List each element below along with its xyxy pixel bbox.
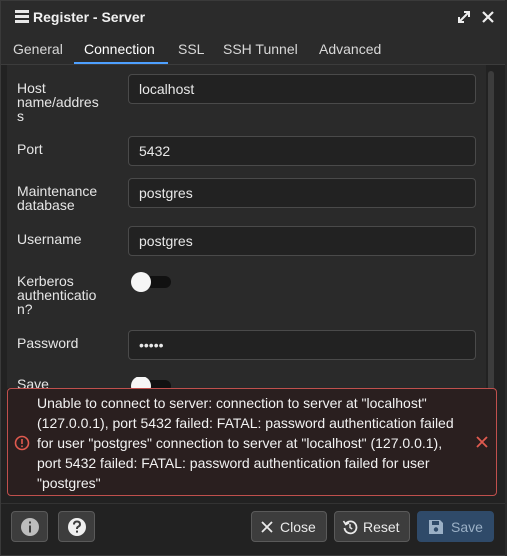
tab-ssh-tunnel[interactable]: SSH Tunnel xyxy=(223,41,298,57)
title-bar[interactable]: Register - Server xyxy=(1,1,506,34)
kerberos-label: Kerberos authenticatio n? xyxy=(17,273,97,317)
tab-advanced[interactable]: Advanced xyxy=(319,41,381,57)
tab-ssl[interactable]: SSL xyxy=(178,41,204,57)
active-tab-indicator xyxy=(74,62,168,64)
save-password-toggle[interactable] xyxy=(131,377,171,388)
close-button-label: Close xyxy=(280,519,316,535)
info-button[interactable] xyxy=(11,511,48,542)
help-icon xyxy=(68,518,86,536)
footer-divider xyxy=(1,503,506,504)
save-password-label: Save xyxy=(17,377,49,388)
host-label: Host name/addres s xyxy=(17,80,99,124)
register-server-dialog: Register - Server General Connection SSL… xyxy=(0,0,507,556)
server-icon xyxy=(15,10,29,23)
close-button[interactable]: Close xyxy=(251,511,327,542)
maintenance-db-label: Maintenance database xyxy=(17,183,98,213)
save-button[interactable]: Save xyxy=(417,511,494,542)
help-button[interactable] xyxy=(58,511,95,542)
expand-icon[interactable] xyxy=(455,8,473,26)
reset-button[interactable]: Reset xyxy=(334,511,410,542)
info-icon xyxy=(21,518,39,536)
maintenance-db-input[interactable]: postgres xyxy=(128,178,476,208)
save-button-label: Save xyxy=(451,519,483,535)
close-x-icon xyxy=(261,521,273,533)
reset-button-label: Reset xyxy=(363,519,400,535)
dialog-title: Register - Server xyxy=(33,9,146,25)
port-input[interactable]: 5432 xyxy=(128,136,476,166)
dismiss-error-icon[interactable] xyxy=(475,435,489,449)
kerberos-toggle[interactable] xyxy=(131,272,171,292)
password-input[interactable]: ••••• xyxy=(128,330,476,360)
tab-connection[interactable]: Connection xyxy=(84,41,155,57)
error-banner: Unable to connect to server: connection … xyxy=(7,388,497,496)
save-icon xyxy=(429,520,443,534)
password-label: Password xyxy=(17,335,79,351)
close-icon[interactable] xyxy=(479,8,497,26)
form-scrollbar[interactable] xyxy=(488,71,494,391)
error-message: Unable to connect to server: connection … xyxy=(37,395,454,491)
username-input[interactable]: postgres xyxy=(128,226,476,256)
tab-bar: General Connection SSL SSH Tunnel Advanc… xyxy=(1,34,506,65)
username-label: Username xyxy=(17,231,82,247)
tab-general[interactable]: General xyxy=(13,41,63,57)
port-label: Port xyxy=(17,141,43,157)
host-input[interactable]: localhost xyxy=(128,74,476,104)
reset-icon xyxy=(342,520,358,535)
alert-circle-icon xyxy=(14,435,30,451)
connection-form: Host name/addres s localhost Port 5432 M… xyxy=(7,65,486,388)
